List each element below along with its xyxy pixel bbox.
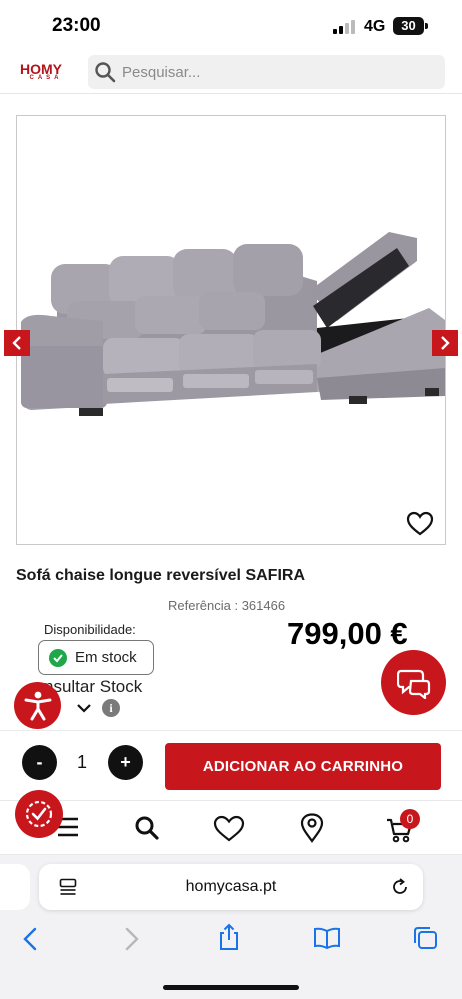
- chevron-left-icon: [12, 336, 21, 350]
- tabs-icon[interactable]: [412, 926, 438, 950]
- chat-icon: [397, 669, 431, 699]
- chevron-down-icon[interactable]: [76, 703, 92, 713]
- check-circle-icon: [49, 649, 67, 667]
- browser-toolbar: homycasa.pt: [0, 855, 462, 999]
- stock-status-text: Em stock: [75, 649, 137, 666]
- site-header: HOMY CASA: [0, 52, 462, 94]
- address-bar[interactable]: homycasa.pt: [39, 864, 423, 910]
- site-logo[interactable]: HOMY CASA: [20, 61, 72, 85]
- add-to-cart-button[interactable]: ADICIONAR AO CARRINHO: [165, 743, 441, 790]
- checkmark-gauge-icon: [25, 800, 53, 828]
- chat-button[interactable]: [381, 650, 446, 715]
- url-text: homycasa.pt: [185, 878, 277, 895]
- signal-icon: [333, 20, 355, 34]
- quantity-value[interactable]: 1: [72, 752, 92, 773]
- sofa-image: [21, 232, 445, 416]
- info-icon[interactable]: i: [102, 699, 120, 717]
- cart-count-badge: 0: [400, 809, 420, 829]
- accessibility-icon: [24, 691, 52, 721]
- promo-button[interactable]: [15, 790, 63, 838]
- reload-icon[interactable]: [390, 877, 410, 897]
- status-time: 23:00: [52, 15, 101, 36]
- gallery-next-button[interactable]: [432, 330, 458, 356]
- chevron-right-icon: [441, 336, 450, 350]
- gallery-prev-button[interactable]: [4, 330, 30, 356]
- search-icon[interactable]: [134, 815, 160, 841]
- quantity-increase-button[interactable]: +: [108, 745, 143, 780]
- product-title: Sofá chaise longue reversível SAFIRA: [16, 567, 305, 584]
- quantity-decrease-button[interactable]: -: [22, 745, 57, 780]
- stock-status-badge: Em stock: [38, 640, 154, 675]
- heart-icon[interactable]: [213, 815, 245, 843]
- battery-tip: [425, 23, 428, 29]
- add-to-cart-bar: - 1 + ADICIONAR AO CARRINHO: [0, 730, 462, 800]
- product-reference: Referência : 361466: [168, 598, 286, 613]
- product-price: 799,00 €: [287, 616, 408, 651]
- battery-icon: 30: [393, 17, 424, 35]
- bookmarks-icon[interactable]: [313, 927, 341, 949]
- previous-tab-preview[interactable]: [0, 864, 30, 910]
- search-icon: [95, 62, 116, 83]
- consult-stock-link[interactable]: nsultar Stock: [44, 677, 142, 697]
- forward-icon[interactable]: [124, 927, 140, 951]
- availability-label: Disponibilidade:: [44, 622, 136, 637]
- favorite-heart-icon[interactable]: [406, 511, 434, 537]
- share-icon[interactable]: [218, 923, 240, 951]
- home-indicator: [163, 985, 299, 990]
- status-bar: 23:00 4G 30: [0, 0, 462, 52]
- back-icon[interactable]: [22, 927, 38, 951]
- search-input[interactable]: [122, 55, 432, 89]
- accessibility-button[interactable]: [14, 682, 61, 729]
- product-image[interactable]: [16, 115, 446, 545]
- network-type: 4G: [364, 18, 386, 35]
- bottom-navigation: 0: [0, 800, 462, 855]
- search-bar[interactable]: [88, 55, 445, 89]
- location-icon[interactable]: [300, 813, 324, 843]
